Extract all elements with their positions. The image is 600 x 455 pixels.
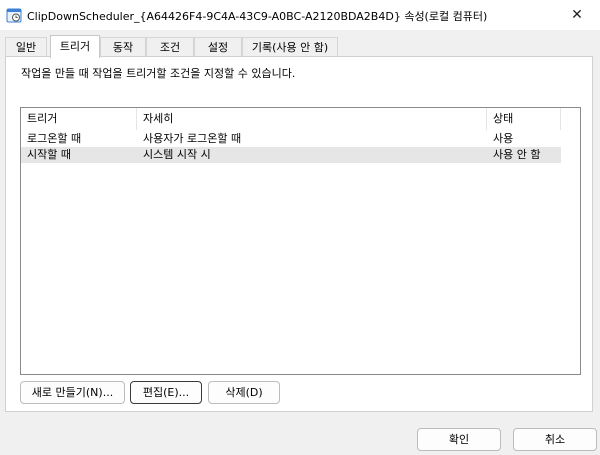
column-header-status[interactable]: 상태: [487, 108, 561, 130]
row-details: 시스템 시작 시: [143, 148, 211, 161]
row-trigger: 시작할 때: [27, 148, 71, 161]
tab-actions[interactable]: 동작: [100, 37, 146, 57]
list-header: 트리거 자세히 상태: [21, 108, 580, 130]
ok-button[interactable]: 확인: [417, 428, 501, 451]
cancel-button[interactable]: 취소: [513, 428, 597, 451]
new-trigger-button[interactable]: 새로 만들기(N)...: [20, 381, 125, 404]
tab-general[interactable]: 일반: [5, 37, 47, 57]
title-bar: ClipDownScheduler_{A64426F4-9C4A-43C9-A0…: [0, 0, 600, 30]
delete-trigger-button[interactable]: 삭제(D): [208, 381, 280, 404]
close-icon: ✕: [571, 7, 583, 23]
tab-triggers[interactable]: 트리거: [50, 35, 100, 58]
scheduler-clock-icon: [6, 7, 22, 23]
column-header-details[interactable]: 자세히: [137, 108, 487, 130]
triggers-panel: 작업을 만들 때 작업을 트리거할 조건을 지정할 수 있습니다. 트리거 자세…: [5, 56, 593, 412]
row-status: 사용: [493, 132, 514, 145]
table-row[interactable]: 시작할 때 시스템 시작 시 사용 안 함: [21, 147, 561, 163]
row-trigger: 로그온할 때: [27, 132, 82, 145]
row-status: 사용 안 함: [493, 148, 541, 161]
window-title: ClipDownScheduler_{A64426F4-9C4A-43C9-A0…: [27, 10, 488, 23]
triggers-description: 작업을 만들 때 작업을 트리거할 조건을 지정할 수 있습니다.: [21, 67, 296, 80]
tab-conditions[interactable]: 조건: [146, 37, 194, 57]
tab-history[interactable]: 기록(사용 안 함): [242, 37, 338, 57]
edit-trigger-button[interactable]: 편집(E)...: [130, 381, 202, 404]
column-header-trigger[interactable]: 트리거: [21, 108, 137, 130]
triggers-list[interactable]: 트리거 자세히 상태 로그온할 때 사용자가 로그온할 때 사용 시작할 때 시…: [20, 107, 581, 375]
table-row[interactable]: 로그온할 때 사용자가 로그온할 때 사용: [21, 131, 561, 147]
row-details: 사용자가 로그온할 때: [143, 132, 242, 145]
close-button[interactable]: ✕: [554, 0, 600, 30]
tab-settings[interactable]: 설정: [194, 37, 242, 57]
